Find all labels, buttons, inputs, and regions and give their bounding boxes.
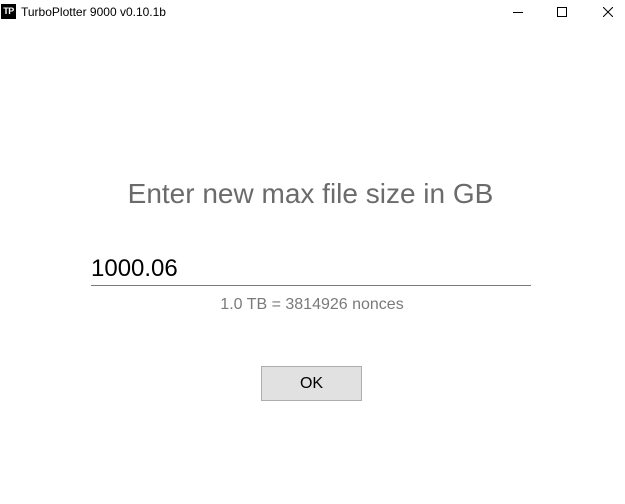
window-title: TurboPlotter 9000 v0.10.1b [21, 5, 166, 19]
close-icon [603, 7, 613, 17]
app-logo-icon: TP [1, 4, 16, 19]
close-button[interactable] [585, 0, 625, 24]
max-file-size-input[interactable] [91, 252, 531, 286]
minimize-icon [513, 12, 523, 13]
maximize-button[interactable] [539, 0, 585, 24]
nonce-info-text: 1.0 TB = 3814926 nonces [220, 296, 404, 313]
ok-button[interactable]: OK [261, 366, 362, 401]
app-window: TP TurboPlotter 9000 v0.10.1b Enter new … [0, 0, 625, 504]
minimize-button[interactable] [495, 0, 541, 24]
maximize-icon [557, 7, 567, 17]
title-bar[interactable]: TP TurboPlotter 9000 v0.10.1b [0, 0, 625, 24]
dialog-prompt: Enter new max file size in GB [127, 178, 494, 209]
